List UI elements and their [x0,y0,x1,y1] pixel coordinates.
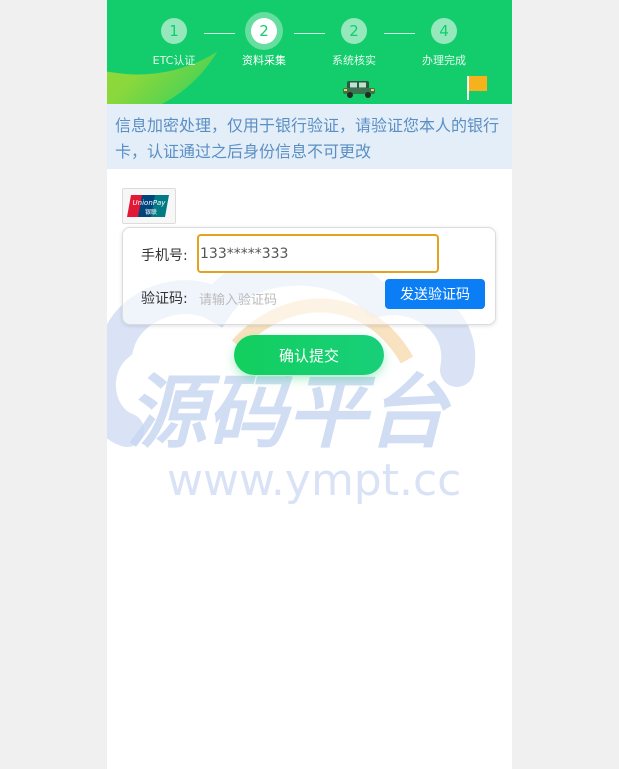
code-label: 验证码: [141,291,188,307]
unionpay-text: UnionPay [133,199,167,207]
step-indicator: 1 ETC认证 2 资料采集 2 系统核实 4 办理完成 [107,18,512,88]
send-code-button[interactable]: 发送验证码 [385,279,485,309]
step-2: 2 资料采集 [224,18,304,68]
progress-header: 1 ETC认证 2 资料采集 2 系统核实 4 办理完成 [107,0,512,104]
verification-form: 手机号: 133*****333 验证码: 发送验证码 [122,227,496,325]
watermark-url: www.ympt.cc [167,455,461,506]
car-icon [343,81,375,98]
security-notice: 信息加密处理，仅用于银行验证，请验证您本人的银行卡，认证通过之后身份信息不可更改 [107,104,512,169]
phone-screen: 1 ETC认证 2 资料采集 2 系统核实 4 办理完成 信息加密处理，仅用于银… [107,0,512,769]
step-2-label: 资料采集 [242,54,286,67]
step-4: 4 办理完成 [404,18,484,68]
phone-value: 133*****333 [200,246,289,262]
confirm-submit-button[interactable]: 确认提交 [234,335,384,375]
unionpay-cn-text: 银联 [145,208,157,216]
phone-label: 手机号: [141,248,188,264]
step-3: 2 系统核实 [314,18,394,68]
verification-code-input[interactable] [197,288,381,312]
step-4-label: 办理完成 [422,54,466,67]
step-1-number: 1 [161,18,187,44]
step-4-number: 4 [431,18,457,44]
step-1-label: ETC认证 [152,54,196,67]
phone-input[interactable]: 133*****333 [197,234,439,273]
step-3-label: 系统核实 [332,54,376,67]
step-2-number: 2 [251,18,277,44]
step-1: 1 ETC认证 [134,18,214,68]
unionpay-logo: UnionPay 银联 [122,188,176,224]
step-3-number: 2 [341,18,367,44]
watermark-title: 源码平台 [127,366,452,459]
flag-icon [467,76,487,100]
